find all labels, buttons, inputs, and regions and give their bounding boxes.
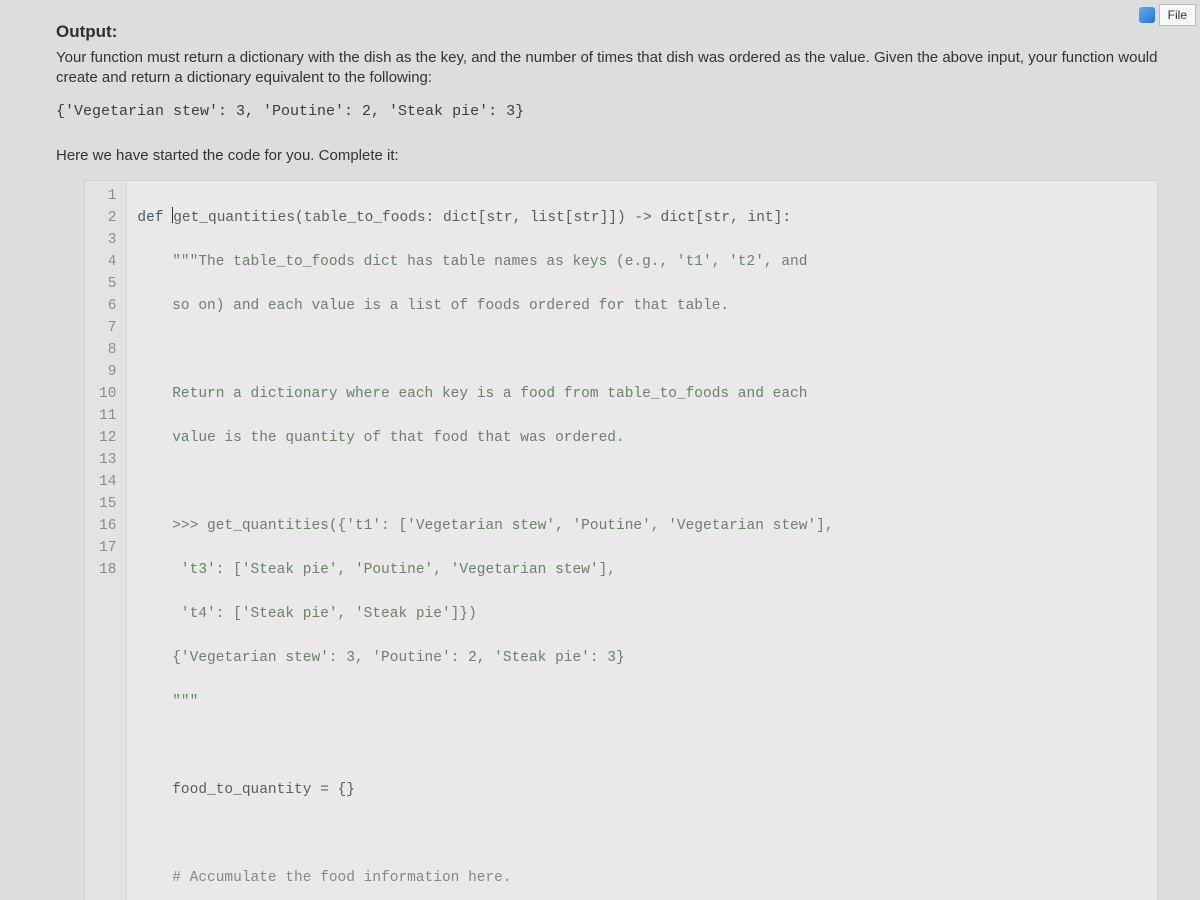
line-number: 16 — [99, 515, 116, 537]
problem-description: Your function must return a dictionary w… — [56, 48, 1158, 89]
line-number: 8 — [99, 339, 116, 361]
line-number: 9 — [99, 361, 116, 383]
line-number: 14 — [99, 471, 116, 493]
docstring: >>> get_quantities({'t1': ['Vegetarian s… — [172, 518, 833, 534]
code-line[interactable]: value is the quantity of that food that … — [137, 427, 833, 449]
docstring: """The table_to_foods dict has table nam… — [172, 254, 807, 270]
line-number: 4 — [99, 251, 116, 273]
docstring: Return a dictionary where each key is a … — [172, 386, 807, 402]
line-number: 5 — [99, 273, 116, 295]
line-number: 2 — [99, 207, 116, 229]
code-line[interactable]: 't3': ['Steak pie', 'Poutine', 'Vegetari… — [137, 559, 833, 581]
line-number: 11 — [99, 405, 116, 427]
code-line[interactable]: # Accumulate the food information here. — [137, 867, 833, 889]
code-line[interactable]: >>> get_quantities({'t1': ['Vegetarian s… — [137, 515, 833, 537]
line-number-gutter: 1 2 3 4 5 6 7 8 9 10 11 12 13 14 15 16 1… — [85, 181, 127, 900]
docstring: """ — [172, 694, 198, 710]
code-line[interactable]: so on) and each value is a list of foods… — [137, 295, 833, 317]
code-line[interactable]: Return a dictionary where each key is a … — [137, 383, 833, 405]
code-line[interactable]: 't4': ['Steak pie', 'Steak pie']}) — [137, 603, 833, 625]
assignment-page: Output: Your function must return a dict… — [0, 0, 1200, 900]
code-line[interactable] — [137, 471, 833, 493]
line-number: 15 — [99, 493, 116, 515]
file-menu-button[interactable]: File — [1159, 4, 1196, 26]
line-number: 13 — [99, 449, 116, 471]
code-line[interactable]: """ — [137, 691, 833, 713]
keyword: def — [137, 210, 163, 226]
line-number: 12 — [99, 427, 116, 449]
line-number: 6 — [99, 295, 116, 317]
code-line[interactable] — [137, 823, 833, 845]
docstring: 't3': ['Steak pie', 'Poutine', 'Vegetari… — [181, 562, 616, 578]
expected-output: {'Vegetarian stew': 3, 'Poutine': 2, 'St… — [56, 103, 1158, 120]
code-area[interactable]: def get_quantities(table_to_foods: dict[… — [127, 181, 847, 900]
line-number: 17 — [99, 537, 116, 559]
line-number: 1 — [99, 185, 116, 207]
code-line[interactable]: {'Vegetarian stew': 3, 'Poutine': 2, 'St… — [137, 647, 833, 669]
code-line[interactable]: """The table_to_foods dict has table nam… — [137, 251, 833, 273]
window-app-icon — [1139, 7, 1155, 23]
line-number: 7 — [99, 317, 116, 339]
code-editor[interactable]: 1 2 3 4 5 6 7 8 9 10 11 12 13 14 15 16 1… — [84, 180, 1158, 900]
line-number: 3 — [99, 229, 116, 251]
docstring: value is the quantity of that food that … — [172, 430, 624, 446]
code-line[interactable]: food_to_quantity = {} — [137, 779, 833, 801]
output-heading: Output: — [56, 22, 1158, 42]
starter-prompt: Here we have started the code for you. C… — [56, 146, 1158, 166]
docstring: so on) and each value is a list of foods… — [172, 298, 729, 314]
line-number: 18 — [99, 559, 116, 581]
line-number: 10 — [99, 383, 116, 405]
code-line[interactable] — [137, 735, 833, 757]
code-line[interactable]: def get_quantities(table_to_foods: dict[… — [137, 207, 833, 229]
docstring: 't4': ['Steak pie', 'Steak pie']}) — [181, 606, 477, 622]
code-line[interactable] — [137, 339, 833, 361]
comment: # Accumulate the food information here. — [172, 870, 511, 886]
docstring: {'Vegetarian stew': 3, 'Poutine': 2, 'St… — [172, 650, 624, 666]
